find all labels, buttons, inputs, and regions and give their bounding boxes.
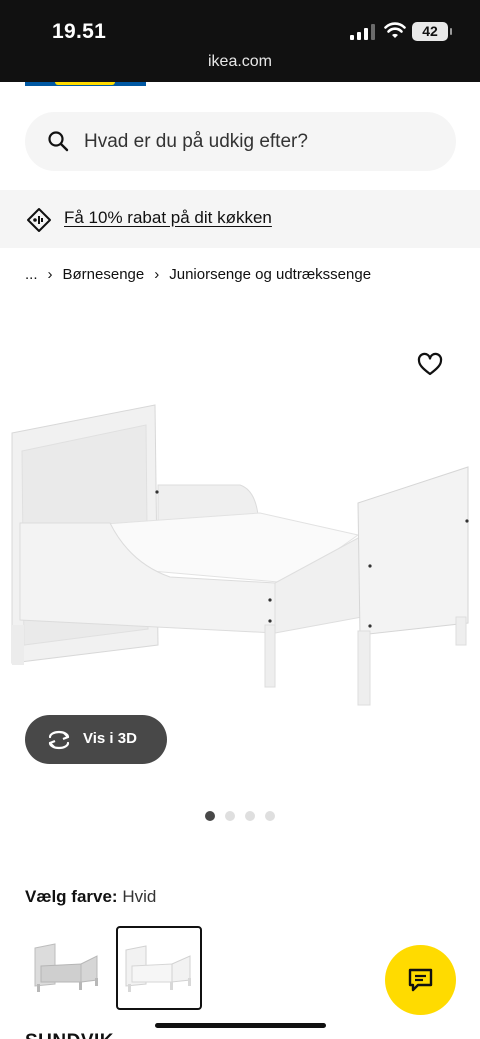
battery-indicator: 42 [412,22,452,41]
status-time: 19.51 [52,20,107,43]
carousel-dot[interactable] [245,811,255,821]
carousel-dot[interactable] [265,811,275,821]
home-indicator[interactable] [155,1023,326,1028]
chevron-right-icon: › [47,266,53,283]
breadcrumb-item-bornesenge[interactable]: Børnesenge [63,266,145,283]
chat-button[interactable] [385,945,456,1015]
wifi-icon [384,22,406,38]
swatch-white-thumbnail [125,945,191,992]
view-3d-button[interactable]: Vis i 3D [25,715,167,764]
color-value: Hvid [122,887,157,906]
carousel-dots [205,811,275,821]
rotate-3d-icon [48,730,70,750]
product-title: SUNDVIK [25,1032,114,1039]
color-selector-label: Vælg farve: Hvid [25,887,156,907]
status-bar: 19.51 42 ikea.com [0,0,480,82]
ikea-logo[interactable] [25,82,146,86]
carousel-dot[interactable] [225,811,235,821]
tag-icon [27,208,51,232]
search-bar[interactable]: Hvad er du på udkig efter? [25,112,456,171]
color-swatch-white[interactable] [116,926,202,1010]
promo-link[interactable]: Få 10% rabat på dit køkken [64,208,272,228]
product-image[interactable] [0,395,480,715]
promo-banner[interactable]: Få 10% rabat på dit køkken [0,190,480,248]
breadcrumb: ... › Børnesenge › Juniorsenge og udtræk… [25,266,371,283]
carousel-dot[interactable] [205,811,215,821]
chat-icon [408,968,433,992]
chevron-right-icon: › [154,266,160,283]
color-swatch-grey[interactable] [25,926,111,1010]
browser-url[interactable]: ikea.com [0,53,480,71]
breadcrumb-item-juniorsenge[interactable]: Juniorsenge og udtrækssenge [169,266,371,283]
breadcrumb-ellipsis[interactable]: ... [25,266,38,283]
heart-icon[interactable] [416,351,444,379]
color-label: Vælg farve: [25,887,118,906]
signal-icon [350,24,375,40]
search-icon [48,131,69,152]
search-input[interactable]: Hvad er du på udkig efter? [84,131,308,153]
view-3d-label: Vis i 3D [83,730,137,747]
